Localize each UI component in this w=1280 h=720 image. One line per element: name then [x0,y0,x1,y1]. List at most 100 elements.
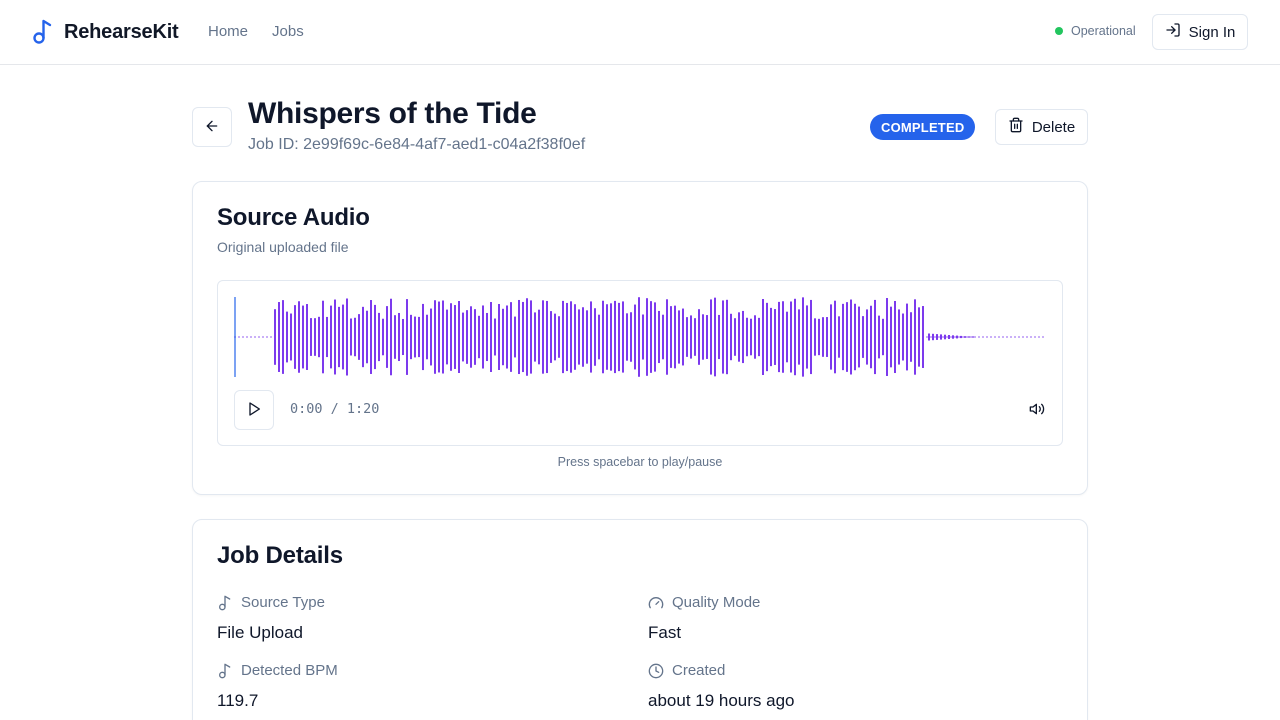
waveform-bar [542,300,544,374]
waveform-bar [626,313,628,361]
waveform-bar [654,302,656,372]
waveform-bar [570,301,572,373]
waveform-bar [606,304,608,370]
waveform-bar [602,300,604,374]
waveform-bar [598,314,600,360]
waveform-bar [350,318,352,356]
back-button[interactable] [192,107,232,147]
detail-source-type: Source Type File Upload [217,594,325,643]
waveform-bar [686,317,688,357]
waveform-bar [438,301,440,373]
detail-label: Detected BPM [241,662,338,679]
waveform-bar [842,303,844,371]
detail-value: 119.7 [217,691,259,710]
waveform-bar [960,335,962,339]
waveform-bar [522,301,524,373]
nav-jobs-link[interactable]: Jobs [272,23,304,40]
trash-icon [1008,117,1024,137]
waveform-bar [694,318,696,356]
waveform-bar [910,312,912,362]
waveform-bar [526,298,528,376]
waveform-bar [590,301,592,373]
waveform-bar [462,312,464,362]
waveform-bar [932,333,934,341]
delete-label: Delete [1031,118,1076,136]
waveform-bar [610,303,612,371]
waveform-bar [698,309,700,365]
waveform-bar [574,304,576,370]
waveform-bar [714,297,716,377]
waveform-bar [586,310,588,364]
waveform-bar [936,334,938,340]
volume-icon[interactable] [1029,401,1045,422]
clock-icon [648,663,664,679]
waveform-bar [770,307,772,367]
waveform-bar [758,317,760,357]
waveform-bar [774,309,776,365]
play-icon [246,401,262,420]
waveform-bar [798,309,800,365]
waveform-bar [302,305,304,369]
waveform-bar [638,297,640,377]
status-dot-icon [1055,27,1063,35]
waveform-bar [594,308,596,366]
waveform-bar [890,306,892,368]
waveform-bar [410,314,412,360]
waveform-bar [498,303,500,371]
source-audio-title: Source Audio [217,204,370,231]
audio-player: 0:00 / 1:20 [217,280,1063,446]
waveform-bar [406,299,408,375]
waveform-bar [646,298,648,376]
waveform-bar [450,303,452,371]
sign-in-icon [1165,22,1181,42]
waveform-bar [378,312,380,362]
waveform[interactable] [234,297,1046,379]
waveform-bar [382,318,384,356]
waveform-bar [334,299,336,375]
gauge-icon [648,595,664,611]
playback-time: 0:00 / 1:20 [290,401,380,417]
main-nav: Home Jobs [208,23,304,40]
waveform-bar [374,304,376,370]
waveform-bar [674,305,676,369]
waveform-bar [762,299,764,375]
waveform-bar [418,316,420,358]
waveform-bar [358,314,360,360]
waveform-bar [506,305,508,369]
waveform-bar [486,312,488,362]
waveform-bar [566,302,568,372]
music-note-icon [217,595,233,611]
waveform-bar [338,306,340,368]
system-status: Operational [1055,24,1136,38]
brand-link[interactable]: RehearseKit [32,18,179,46]
waveform-bar [322,300,324,374]
delete-button[interactable]: Delete [995,109,1088,145]
waveform-bar [366,310,368,364]
waveform-bar [818,318,820,356]
waveform-bar [502,308,504,366]
waveform-bar [342,304,344,370]
waveform-bar [306,304,308,370]
waveform-bar [314,318,316,356]
waveform-bar [666,299,668,375]
waveform-bar [614,300,616,374]
waveform-bar [582,307,584,367]
waveform-bar [882,318,884,356]
page-title: Whispers of the Tide [248,97,537,130]
waveform-bar [510,302,512,372]
waveform-bar [534,312,536,362]
waveform-bar [414,316,416,358]
waveform-bar [274,309,276,365]
waveform-bar [466,310,468,364]
nav-home-link[interactable]: Home [208,23,248,40]
waveform-bar [386,306,388,368]
waveform-bar [858,306,860,368]
waveform-bar [874,299,876,375]
waveform-bar [944,334,946,340]
waveform-bar [726,299,728,375]
play-button[interactable] [234,390,274,430]
sign-in-button[interactable]: Sign In [1152,14,1248,50]
waveform-bar [778,301,780,373]
waveform-bar [894,300,896,374]
waveform-bar [426,314,428,360]
